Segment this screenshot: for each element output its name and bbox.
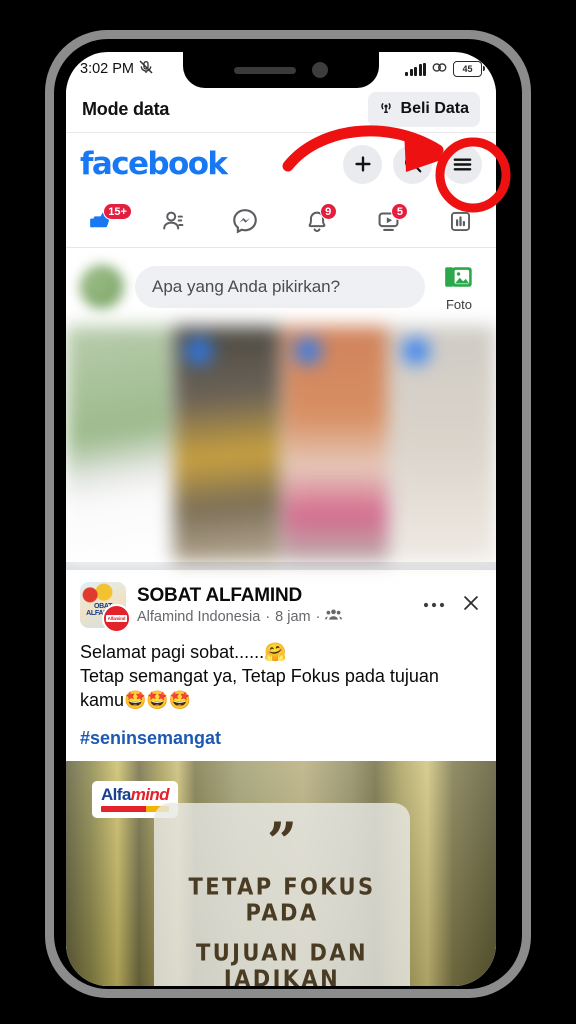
signal-bars-icon — [405, 62, 426, 76]
feed-post: OBAT ALFAMIND Alfamind SOBAT ALFAMIND Al… — [66, 570, 496, 986]
post-author-name[interactable]: SOBAT ALFAMIND — [137, 585, 342, 607]
status-bar-right: 45 — [405, 60, 485, 79]
post-text-line-2: Tetap semangat ya, Tetap Fokus pada tuju… — [80, 665, 439, 686]
mute-icon — [138, 59, 154, 79]
more-options-icon[interactable] — [423, 596, 445, 614]
story-card[interactable] — [390, 326, 496, 562]
story-card[interactable] — [282, 326, 388, 562]
phone-frame: 3:02 PM 45 Mode data Beli Data facebook … — [45, 30, 531, 998]
story-author-ring — [294, 338, 321, 364]
facebook-header-actions — [343, 144, 482, 184]
data-mode-bar: Mode data Beli Data — [66, 86, 496, 133]
tab-friends[interactable] — [138, 195, 210, 247]
post-header-text: SOBAT ALFAMIND Alfamind Indonesia · 8 ja… — [137, 585, 343, 625]
composer-placeholder: Apa yang Anda pikirkan? — [152, 277, 341, 296]
home-badge: 15+ — [103, 203, 132, 220]
data-mode-title: Mode data — [82, 98, 170, 119]
friends-group-icon — [325, 608, 343, 625]
buy-data-label: Beli Data — [400, 100, 469, 117]
network-loop-icon — [431, 60, 448, 79]
status-bar: 3:02 PM 45 — [66, 52, 496, 86]
menu-button[interactable] — [443, 144, 482, 184]
story-author-ring — [186, 338, 213, 364]
story-author-ring — [402, 338, 429, 364]
facebook-logo: facebook — [80, 146, 228, 182]
alfamind-logo-text: Alfamind — [101, 784, 170, 804]
post-page-name: Alfamind Indonesia — [137, 608, 261, 625]
section-divider — [66, 562, 496, 570]
quote-card: ” TETAP FOKUS PADA TUJUAN DAN JADIKAN — [154, 802, 410, 986]
buy-data-button[interactable]: Beli Data — [367, 91, 480, 127]
stories-carousel[interactable] — [66, 326, 496, 562]
search-button[interactable] — [393, 144, 432, 184]
post-avatar[interactable]: OBAT ALFAMIND Alfamind — [80, 582, 131, 633]
create-button[interactable] — [343, 144, 382, 184]
battery-icon: 45 — [453, 61, 485, 77]
alfamind-logo-alfa: Alfa — [101, 784, 131, 804]
tab-messenger[interactable] — [209, 195, 281, 247]
alfamind-logo-mind: mind — [130, 784, 170, 804]
post-actions — [423, 592, 482, 619]
post-avatar-badge-label: Alfamind — [105, 615, 128, 622]
story-card[interactable] — [174, 326, 280, 562]
post-meta: Alfamind Indonesia · 8 jam · — [137, 608, 343, 625]
photo-button[interactable]: Foto — [436, 263, 482, 312]
meta-dot-2: · — [315, 608, 321, 625]
quote-mark: ” — [267, 811, 297, 873]
post-text-line-3: kamu🤩🤩🤩 — [80, 689, 192, 710]
status-bar-left: 3:02 PM — [80, 59, 154, 79]
facebook-header: facebook — [66, 133, 496, 195]
broadcast-icon — [377, 98, 395, 121]
video-badge: 5 — [391, 203, 409, 220]
close-icon[interactable] — [460, 592, 482, 619]
tab-insights[interactable] — [424, 195, 496, 247]
post-hashtag[interactable]: #seninsemangat — [66, 717, 496, 761]
post-text-line-1: Selamat pagi sobat......🤗 — [80, 642, 287, 662]
notifications-badge: 9 — [319, 203, 337, 220]
status-time: 3:02 PM — [80, 61, 134, 77]
quote-line-1: TETAP FOKUS PADA — [188, 874, 376, 926]
meta-dot-1: · — [265, 608, 271, 625]
post-composer: Apa yang Anda pikirkan? Foto — [66, 248, 496, 326]
post-text: Selamat pagi sobat......🤗 Tetap semangat… — [66, 632, 496, 717]
avatar[interactable] — [80, 265, 124, 309]
post-time: 8 jam — [275, 608, 311, 625]
phone-body: 3:02 PM 45 Mode data Beli Data facebook … — [54, 39, 522, 989]
post-avatar-badge: Alfamind — [102, 604, 131, 633]
tab-bar: 15+ 9 5 — [66, 195, 496, 248]
story-card[interactable] — [66, 326, 172, 562]
tab-home[interactable]: 15+ — [66, 195, 138, 247]
photo-label: Foto — [445, 296, 472, 312]
tab-notifications[interactable]: 9 — [281, 195, 353, 247]
post-header: OBAT ALFAMIND Alfamind SOBAT ALFAMIND Al… — [66, 570, 496, 633]
quote-line-2: TUJUAN DAN JADIKAN — [196, 940, 368, 986]
phone-screen: 3:02 PM 45 Mode data Beli Data facebook … — [66, 52, 496, 986]
composer-input[interactable]: Apa yang Anda pikirkan? — [135, 266, 425, 308]
photo-icon — [444, 263, 474, 296]
post-image[interactable]: Alfamind ” TETAP FOKUS PADA TUJUAN DAN J… — [66, 760, 496, 986]
tab-video[interactable]: 5 — [353, 195, 425, 247]
